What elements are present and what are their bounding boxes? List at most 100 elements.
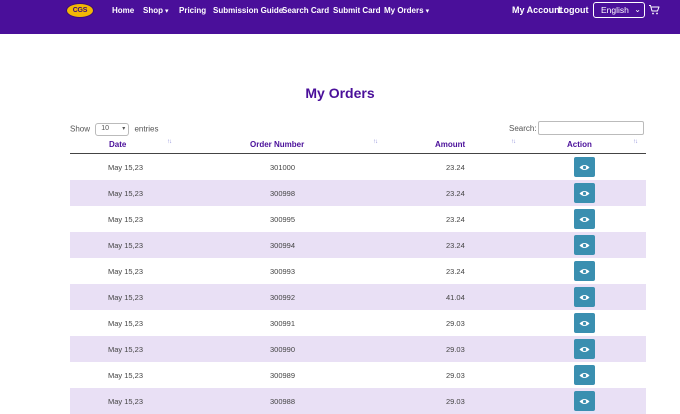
cell-order-number: 300990 bbox=[270, 345, 296, 354]
orders-table: Date ↑↓ Order Number ↑↓ Amount ↑↓ Action… bbox=[70, 136, 646, 414]
view-order-button[interactable] bbox=[574, 157, 595, 177]
table-row: May 15,23 301000 23.24 bbox=[70, 154, 646, 180]
my-account-link[interactable]: My Account bbox=[512, 5, 563, 15]
cell-order-number: 300988 bbox=[270, 397, 296, 406]
nav-submission-guide[interactable]: Submission Guide bbox=[213, 6, 283, 16]
cell-amount: 29.03 bbox=[446, 345, 465, 354]
eye-icon bbox=[579, 372, 590, 378]
cell-amount: 41.04 bbox=[446, 293, 465, 302]
entries-length-control: Show 10 ▾ entries bbox=[70, 123, 159, 136]
cell-order-number: 300998 bbox=[270, 189, 296, 198]
eye-icon bbox=[579, 320, 590, 326]
cell-amount: 29.03 bbox=[446, 371, 465, 380]
sort-icon[interactable]: ↑↓ bbox=[167, 139, 172, 145]
cell-order-number: 301000 bbox=[270, 163, 296, 172]
cell-date: May 15,23 bbox=[108, 241, 144, 250]
view-order-button[interactable] bbox=[574, 313, 595, 333]
cell-order-number: 300995 bbox=[270, 215, 296, 224]
cell-amount: 29.03 bbox=[446, 397, 465, 406]
cell-amount: 23.24 bbox=[446, 215, 465, 224]
cell-date: May 15,23 bbox=[108, 293, 144, 302]
nav-search-card[interactable]: Search Card bbox=[282, 6, 329, 16]
cell-date: May 15,23 bbox=[108, 189, 144, 198]
view-order-button[interactable] bbox=[574, 235, 595, 255]
column-header-date[interactable]: Date bbox=[109, 140, 126, 149]
chevron-down-icon: ▾ bbox=[425, 8, 430, 15]
eye-icon bbox=[579, 190, 590, 196]
column-header-amount[interactable]: Amount bbox=[435, 140, 465, 149]
view-order-button[interactable] bbox=[574, 339, 595, 359]
search-label: Search: bbox=[509, 124, 537, 133]
cell-amount: 23.24 bbox=[446, 267, 465, 276]
table-row: May 15,23 300991 29.03 bbox=[70, 310, 646, 336]
chevron-down-icon: ▾ bbox=[165, 8, 169, 15]
view-order-button[interactable] bbox=[574, 365, 595, 385]
cell-amount: 23.24 bbox=[446, 189, 465, 198]
table-row: May 15,23 300995 23.24 bbox=[70, 206, 646, 232]
table-row: May 15,23 300998 23.24 bbox=[70, 180, 646, 206]
eye-icon bbox=[579, 216, 590, 222]
entries-value: 10 bbox=[101, 125, 110, 132]
cell-order-number: 300989 bbox=[270, 371, 296, 380]
eye-icon bbox=[579, 164, 590, 170]
eye-icon bbox=[579, 242, 590, 248]
cell-order-number: 300991 bbox=[270, 319, 296, 328]
eye-icon bbox=[579, 398, 590, 404]
eye-icon bbox=[579, 268, 590, 274]
cell-date: May 15,23 bbox=[108, 215, 144, 224]
nav-pricing[interactable]: Pricing bbox=[179, 6, 206, 16]
view-order-button[interactable] bbox=[574, 391, 595, 411]
sort-icon[interactable]: ↑↓ bbox=[633, 139, 638, 145]
table-row: May 15,23 300990 29.03 bbox=[70, 336, 646, 362]
sort-icon[interactable]: ↑↓ bbox=[511, 139, 516, 145]
page-title: My Orders bbox=[305, 85, 375, 101]
cell-date: May 15,23 bbox=[108, 371, 144, 380]
table-row: May 15,23 300988 29.03 bbox=[70, 388, 646, 414]
cell-amount: 29.03 bbox=[446, 319, 465, 328]
cell-amount: 23.24 bbox=[446, 241, 465, 250]
nav-my-orders[interactable]: My Orders ▾ bbox=[384, 6, 429, 16]
chevron-down-icon: ⌄ bbox=[634, 5, 641, 14]
show-label: Show bbox=[70, 124, 91, 134]
entries-label: entries bbox=[134, 124, 159, 134]
cell-date: May 15,23 bbox=[108, 319, 144, 328]
view-order-button[interactable] bbox=[574, 209, 595, 229]
cart-icon[interactable] bbox=[648, 4, 660, 16]
view-order-button[interactable] bbox=[574, 287, 595, 307]
chevron-down-icon: ▾ bbox=[122, 126, 126, 132]
nav-shop[interactable]: Shop ▾ bbox=[143, 6, 169, 16]
table-row: May 15,23 300989 29.03 bbox=[70, 362, 646, 388]
top-navbar: CGS Home Shop ▾ Pricing Submission Guide … bbox=[0, 0, 680, 34]
table-row: May 15,23 300994 23.24 bbox=[70, 232, 646, 258]
logout-link[interactable]: Logout bbox=[558, 5, 589, 15]
site-logo[interactable]: CGS bbox=[66, 3, 94, 18]
cell-amount: 23.24 bbox=[446, 163, 465, 172]
cell-date: May 15,23 bbox=[108, 345, 144, 354]
entries-select[interactable]: 10 ▾ bbox=[95, 123, 130, 136]
table-header: Date ↑↓ Order Number ↑↓ Amount ↑↓ Action… bbox=[70, 136, 646, 154]
nav-home[interactable]: Home bbox=[112, 6, 134, 16]
view-order-button[interactable] bbox=[574, 183, 595, 203]
view-order-button[interactable] bbox=[574, 261, 595, 281]
language-value: English bbox=[601, 5, 629, 15]
table-row: May 15,23 300993 23.24 bbox=[70, 258, 646, 284]
language-select[interactable]: English ⌄ bbox=[593, 2, 645, 18]
cell-order-number: 300992 bbox=[270, 293, 296, 302]
cell-date: May 15,23 bbox=[108, 267, 144, 276]
nav-shop-label: Shop bbox=[143, 6, 163, 15]
table-row: May 15,23 300992 41.04 bbox=[70, 284, 646, 310]
eye-icon bbox=[579, 294, 590, 300]
cell-order-number: 300994 bbox=[270, 241, 296, 250]
search-input[interactable] bbox=[538, 121, 644, 135]
nav-my-orders-label: My Orders bbox=[384, 6, 424, 15]
cell-date: May 15,23 bbox=[108, 163, 144, 172]
cell-date: May 15,23 bbox=[108, 397, 144, 406]
sort-icon[interactable]: ↑↓ bbox=[373, 139, 378, 145]
column-header-order-number[interactable]: Order Number bbox=[250, 140, 304, 149]
nav-submit-card[interactable]: Submit Card bbox=[333, 6, 381, 16]
cell-order-number: 300993 bbox=[270, 267, 296, 276]
eye-icon bbox=[579, 346, 590, 352]
table-body: May 15,23 301000 23.24 May 15,23 300998 23.24… bbox=[70, 154, 646, 414]
column-header-action[interactable]: Action bbox=[567, 140, 592, 149]
logo-text: CGS bbox=[72, 7, 88, 14]
